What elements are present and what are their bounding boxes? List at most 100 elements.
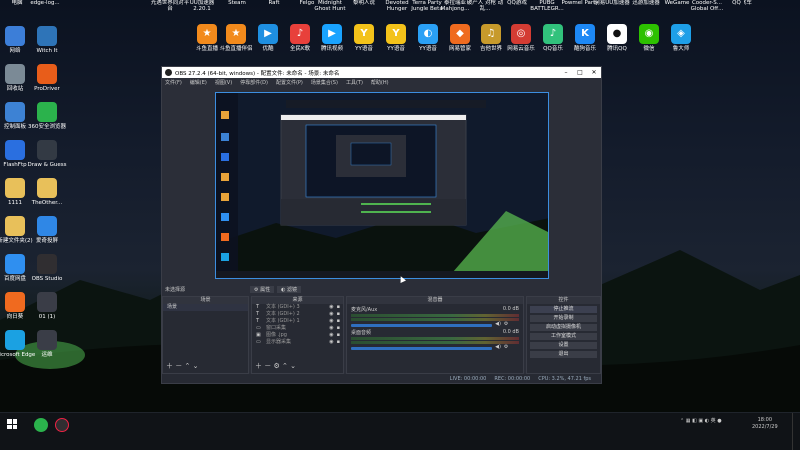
top-icon-label[interactable]: Steam — [217, 0, 257, 6]
control-button[interactable]: 设置 — [530, 342, 597, 349]
source-item[interactable]: T 文本 (GDI+) 1 ◉ ▪ — [252, 318, 343, 325]
menu-item[interactable]: 工具(T) — [346, 79, 363, 86]
app-icon-15[interactable]: ◈ 鲁大师 — [656, 24, 706, 52]
source-name: 图像 .jpg — [266, 332, 287, 338]
remove-scene-icon[interactable]: － — [175, 362, 182, 370]
menu-item[interactable]: 场景集合(S) — [311, 79, 338, 86]
source-name: 窗口采集 — [266, 325, 287, 331]
desktop-icon-label: 运维 — [41, 352, 53, 358]
desktop-icon-glyph — [37, 64, 57, 84]
desktop-icon-13[interactable]: OBS Studio — [22, 254, 72, 282]
source-item[interactable]: T 文本 (GDI+) 2 ◉ ▪ — [252, 311, 343, 318]
add-source-icon[interactable]: ＋ — [255, 362, 262, 370]
track-settings-icon[interactable]: ⚙ — [504, 321, 508, 327]
menu-item[interactable]: 停靠部件(D) — [240, 79, 268, 86]
scene-item[interactable]: 场景 — [163, 304, 248, 311]
visibility-icon[interactable]: ◉ — [329, 339, 333, 346]
menu-item[interactable]: 视图(V) — [215, 79, 232, 86]
desktop-icon-glyph — [37, 178, 57, 198]
control-button[interactable]: 开始录制 — [530, 315, 597, 322]
filters-button[interactable]: ◐ 滤镜 — [277, 286, 302, 293]
obs-preview[interactable] — [215, 92, 549, 279]
add-scene-icon[interactable]: ＋ — [166, 362, 173, 370]
desktop-icon-11[interactable]: 爱奇投屏 — [22, 216, 72, 244]
track-db: 0.0 dB — [502, 306, 519, 312]
source-toolbar: 未选择源 ⚙ 属性 ◐ 滤镜 — [162, 285, 601, 294]
sources-panel: 来源 T 文本 (GDI+) 3 ◉ ▪ T 文本 (GDI+) 2 ◉ ▪ T 文本 (GDI+… — [251, 296, 344, 374]
no-source-label: 未选择源 — [165, 287, 186, 293]
close-icon[interactable]: ✕ — [587, 69, 601, 76]
minimize-icon[interactable]: – — [559, 69, 573, 76]
visibility-icon[interactable]: ◉ — [329, 304, 333, 311]
desktop-icon-17[interactable]: 运维 — [22, 330, 72, 358]
system-tray[interactable]: ⌃ ▦ ◧ ▣ ◐ 英 ● — [680, 417, 722, 424]
volume-slider[interactable] — [351, 346, 493, 350]
source-type-icon: ▭ — [256, 325, 261, 331]
source-type-icon: T — [256, 311, 260, 317]
source-down-icon[interactable]: ⌄ — [290, 362, 296, 370]
speaker-icon[interactable]: ◀) — [495, 321, 501, 327]
source-item[interactable]: ▭ 窗口采集 ◉ ▪ — [252, 325, 343, 332]
show-desktop-button[interactable] — [792, 413, 800, 450]
visibility-icon[interactable]: ◉ — [329, 311, 333, 318]
clock[interactable]: 18:00 2022/7/29 — [752, 417, 778, 431]
control-button[interactable]: 工作室模式 — [530, 333, 597, 340]
taskbar-360-icon[interactable] — [34, 418, 48, 432]
top-icon-label[interactable]: UU加速器 2.20.1 — [182, 0, 222, 12]
source-item[interactable]: T 文本 (GDI+) 3 ◉ ▪ — [252, 304, 343, 311]
move-down-icon[interactable]: ⌄ — [193, 362, 199, 370]
visibility-icon[interactable]: ◉ — [329, 332, 333, 339]
volume-slider[interactable] — [351, 323, 493, 327]
mixer-track: 桌面音频 0.0 dB ◀) ⚙ — [351, 329, 519, 350]
lock-icon[interactable]: ▪ — [337, 311, 340, 318]
desktop-icon-label: TheOther... — [31, 200, 63, 206]
top-icon-label[interactable]: Cooder-S... Global Off... — [687, 0, 727, 12]
mixer-panel: 混音器 麦克风/Aux 0.0 dB ◀) ⚙ 桌面音频 0.0 dB ◀) ⚙ — [346, 296, 524, 374]
move-up-icon[interactable]: ⌃ — [184, 362, 190, 370]
taskbar-obs-icon[interactable] — [55, 418, 69, 432]
taskbar: ⌃ ▦ ◧ ▣ ◐ 英 ● 18:00 2022/7/29 — [0, 412, 800, 450]
top-icon-label[interactable]: QQ飞车 — [722, 0, 762, 6]
lock-icon[interactable]: ▪ — [337, 318, 340, 325]
control-button[interactable]: 退出 — [530, 351, 597, 358]
start-button[interactable] — [7, 419, 17, 429]
source-up-icon[interactable]: ⌃ — [282, 362, 288, 370]
window-title: OBS 27.2.4 (64-bit, windows) - 配置文件: 未命名… — [175, 70, 340, 77]
app-icon-label: 鲁大师 — [672, 46, 690, 52]
menu-item[interactable]: 编辑(E) — [190, 79, 207, 86]
properties-button[interactable]: ⚙ 属性 — [250, 286, 275, 293]
lock-icon[interactable]: ▪ — [337, 325, 340, 332]
source-settings-icon[interactable]: ⚙ — [273, 362, 279, 370]
desktop-icon-7[interactable]: Draw & Guess — [22, 140, 72, 168]
desktop-icon-9[interactable]: TheOther... — [22, 178, 72, 206]
desktop-icon-15[interactable]: 01 (1) — [22, 292, 72, 320]
source-item[interactable]: ▣ 图像 .jpg ◉ ▪ — [252, 332, 343, 339]
control-button[interactable]: 停止推流 — [530, 306, 597, 313]
desktop-icon-5[interactable]: 360安全浏览器 — [22, 102, 72, 130]
desktop-icon-3[interactable]: ProDriver — [22, 64, 72, 92]
visibility-icon[interactable]: ◉ — [329, 318, 333, 325]
desktop-icon-glyph — [37, 140, 57, 160]
source-item[interactable]: ▭ 显示器采集 ◉ ▪ — [252, 339, 343, 346]
remove-source-icon[interactable]: － — [264, 362, 271, 370]
lock-icon[interactable]: ▪ — [337, 304, 340, 311]
lock-icon[interactable]: ▪ — [337, 339, 340, 346]
menu-item[interactable]: 帮助(H) — [371, 79, 389, 86]
menu-item[interactable]: 文件(F) — [165, 79, 182, 86]
speaker-icon[interactable]: ◀) — [495, 344, 501, 350]
track-settings-icon[interactable]: ⚙ — [504, 344, 508, 350]
desktop-icon-label: 爱奇投屏 — [35, 238, 58, 244]
level-meter — [351, 337, 519, 340]
level-meter — [351, 341, 519, 344]
desktop-icon-1[interactable]: Witch It — [22, 26, 72, 54]
obs-titlebar[interactable]: OBS 27.2.4 (64-bit, windows) - 配置文件: 未命名… — [162, 67, 601, 78]
desktop-icon-label: ProDriver — [34, 86, 60, 92]
obs-window[interactable]: OBS 27.2.4 (64-bit, windows) - 配置文件: 未命名… — [161, 66, 602, 384]
visibility-icon[interactable]: ◉ — [329, 325, 333, 332]
control-button[interactable]: 启动虚拟摄像机 — [530, 324, 597, 331]
track-db: 0.0 dB — [502, 329, 519, 335]
maximize-icon[interactable]: □ — [573, 69, 587, 76]
menu-item[interactable]: 配置文件(P) — [276, 79, 303, 86]
lock-icon[interactable]: ▪ — [337, 332, 340, 339]
top-icon-label[interactable]: edge-log... — [25, 0, 65, 6]
